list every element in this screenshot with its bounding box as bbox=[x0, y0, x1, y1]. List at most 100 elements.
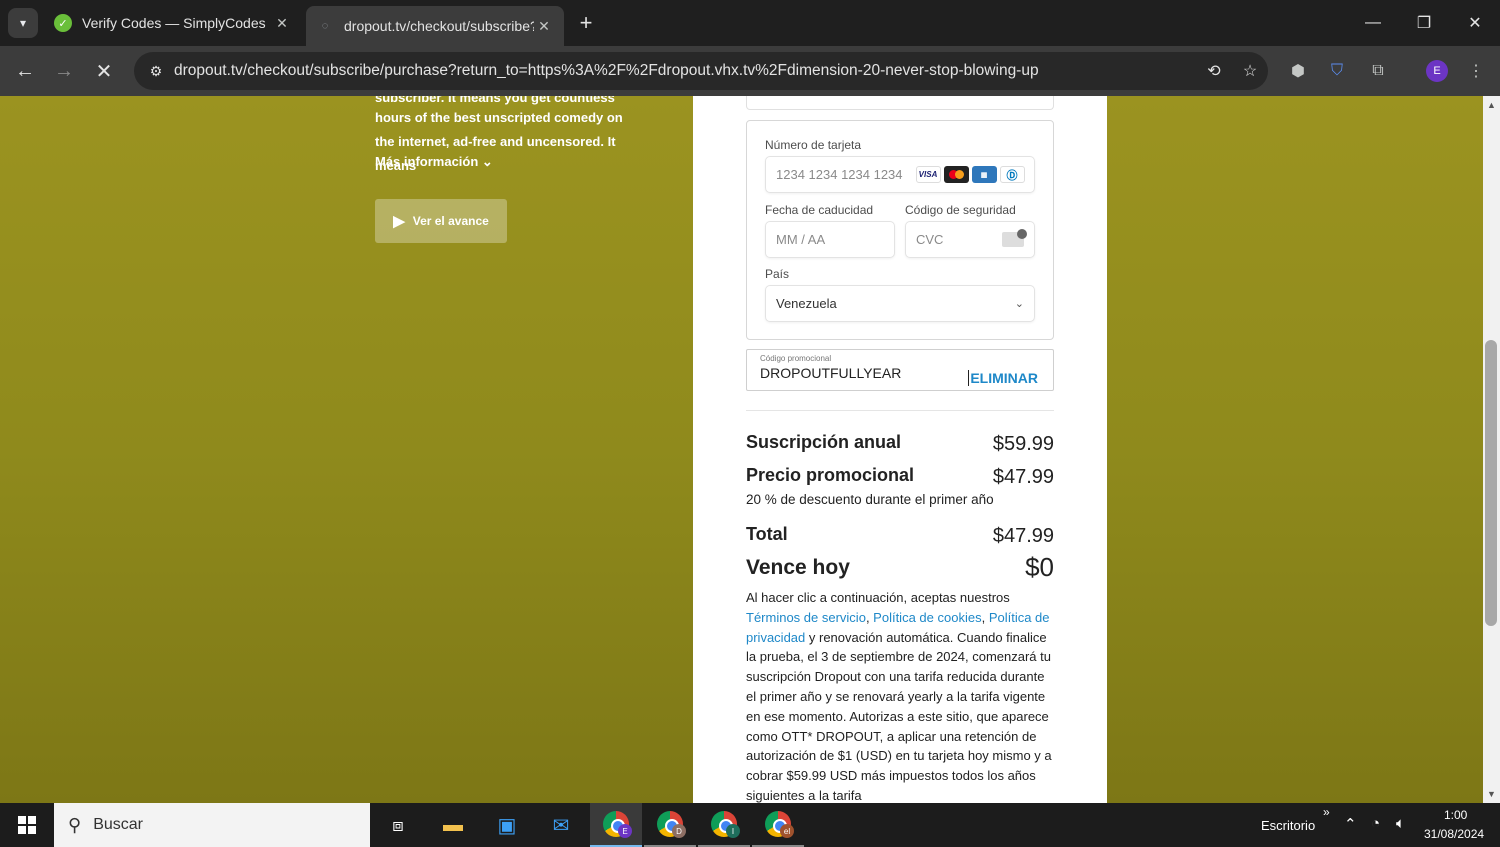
profile-badge: I bbox=[726, 824, 740, 838]
minimize-icon[interactable]: — bbox=[1350, 6, 1396, 40]
promo-price-amount: $47.99 bbox=[992, 466, 1054, 488]
forward-arrow-icon[interactable]: → bbox=[48, 55, 80, 87]
network-icon[interactable]: ◔ bbox=[1371, 815, 1380, 832]
terms-text: Al hacer clic a continuación, aceptas nu… bbox=[746, 588, 1056, 803]
volume-icon[interactable]: 🔈︎ bbox=[1396, 815, 1405, 832]
windows-taskbar: ⚲ Buscar ⧈ ▬ ▣ ✉ E D I el Escritorio » ⌃… bbox=[0, 803, 1500, 847]
cvc-card-icon bbox=[1002, 229, 1027, 247]
checkout-panel: Número de tarjeta 1234 1234 1234 1234 VI… bbox=[693, 96, 1107, 803]
chevron-down-icon: ⌄ bbox=[1014, 298, 1024, 310]
mastercard-icon bbox=[943, 166, 969, 183]
desktop-toolbar-label[interactable]: Escritorio bbox=[1261, 818, 1315, 833]
file-explorer-icon[interactable]: ▬ bbox=[427, 803, 479, 847]
tab-dropout-checkout[interactable]: ◌ dropout.tv/checkout/subscribe? ✕ bbox=[306, 6, 564, 46]
new-tab-button[interactable]: + bbox=[572, 9, 600, 37]
diners-icon: Ⓓ bbox=[999, 166, 1025, 183]
mail-icon[interactable]: ✉ bbox=[535, 803, 587, 847]
close-window-icon[interactable]: ✕ bbox=[1452, 6, 1498, 40]
promo-code-field[interactable]: Código promocional DROPOUTFULLYEAR ELIMI… bbox=[746, 349, 1054, 391]
extension-puzzle-gray-icon[interactable]: ⬢ bbox=[1286, 59, 1310, 83]
windows-logo-icon bbox=[18, 816, 36, 834]
card-number-placeholder: 1234 1234 1234 1234 bbox=[776, 167, 903, 182]
cookie-policy-link[interactable]: Política de cookies bbox=[873, 610, 981, 625]
previous-field[interactable] bbox=[746, 96, 1054, 110]
start-button[interactable] bbox=[0, 803, 54, 847]
chrome-profile-el-button[interactable]: el bbox=[752, 803, 804, 847]
simplycodes-favicon-icon: ✓ bbox=[54, 14, 72, 32]
country-select[interactable]: Venezuela ⌄ bbox=[765, 285, 1035, 322]
extensions-icon[interactable]: ⧉ bbox=[1366, 59, 1390, 83]
stop-loading-icon[interactable]: ✕ bbox=[88, 55, 120, 87]
chrome-profile-e-button[interactable]: E bbox=[590, 803, 642, 847]
restore-icon[interactable]: ❐ bbox=[1401, 6, 1447, 40]
tab-title: Verify Codes — SimplyCodes bbox=[82, 15, 266, 31]
card-number-label: Número de tarjeta bbox=[765, 138, 862, 152]
promo-code-label: Código promocional bbox=[760, 354, 832, 363]
card-number-input[interactable]: 1234 1234 1234 1234 VISA ▦ Ⓓ bbox=[765, 156, 1035, 193]
total-amount: $47.99 bbox=[992, 525, 1054, 547]
chrome-profile-i-button[interactable]: I bbox=[698, 803, 750, 847]
promo-code-value[interactable]: DROPOUTFULLYEAR bbox=[760, 365, 901, 381]
page-viewport: subscriber. It means you get countless h… bbox=[0, 96, 1500, 803]
clock-date[interactable]: 31/08/2024 bbox=[1424, 827, 1484, 841]
annual-subscription-amount: $59.99 bbox=[992, 433, 1054, 455]
tab-search-button[interactable]: ▾ bbox=[8, 8, 38, 38]
back-arrow-icon[interactable]: ← bbox=[9, 55, 41, 87]
scroll-down-arrow-icon[interactable]: ▼ bbox=[1483, 786, 1500, 802]
promo-price-label: Precio promocional bbox=[746, 465, 915, 485]
expiry-input[interactable]: MM / AA bbox=[765, 221, 895, 258]
search-icon: ⚲ bbox=[68, 814, 82, 835]
terms-separator: , bbox=[981, 609, 989, 625]
annual-subscription-label: Suscripción anual bbox=[746, 432, 902, 452]
profile-avatar[interactable]: E bbox=[1426, 60, 1448, 82]
terms-intro: Al hacer clic a continuación, aceptas nu… bbox=[746, 590, 1010, 605]
task-view-icon[interactable]: ⧈ bbox=[372, 803, 424, 847]
chrome-profile-d-button[interactable]: D bbox=[644, 803, 696, 847]
microsoft-store-icon[interactable]: ▣ bbox=[481, 803, 533, 847]
show-hidden-icons-chevron-icon[interactable]: ⌃ bbox=[1344, 815, 1357, 833]
cvc-placeholder: CVC bbox=[916, 232, 944, 247]
toolbar-overflow-icon[interactable]: » bbox=[1323, 805, 1330, 819]
promo-discount-note: 20 % de descuento durante el primer año bbox=[746, 492, 994, 507]
site-info-icon[interactable]: ⚙ bbox=[138, 63, 174, 80]
cvc-input[interactable]: CVC bbox=[905, 221, 1035, 258]
close-icon[interactable]: ✕ bbox=[534, 18, 554, 35]
taskbar-search-placeholder: Buscar bbox=[93, 816, 143, 833]
clock-time[interactable]: 1:00 bbox=[1444, 808, 1467, 822]
address-bar[interactable]: ⚙ dropout.tv/checkout/subscribe/purchase… bbox=[134, 52, 1268, 90]
close-icon[interactable]: ✕ bbox=[272, 15, 292, 32]
card-brands: VISA ▦ Ⓓ bbox=[913, 166, 1025, 183]
card-details-form: Número de tarjeta 1234 1234 1234 1234 VI… bbox=[746, 120, 1054, 340]
url-text[interactable]: dropout.tv/checkout/subscribe/purchase?r… bbox=[174, 62, 1196, 80]
scrollbar-thumb[interactable] bbox=[1485, 340, 1497, 626]
expiry-label: Fecha de caducidad bbox=[765, 203, 874, 217]
profile-badge: E bbox=[618, 824, 632, 838]
shield-extension-icon[interactable]: ⛉ bbox=[1325, 59, 1349, 83]
profile-badge: D bbox=[672, 824, 686, 838]
total-label: Total bbox=[746, 524, 788, 544]
terms-of-service-link[interactable]: Términos de servicio bbox=[746, 610, 866, 625]
country-value: Venezuela bbox=[776, 296, 837, 311]
loading-globe-icon: ◌ bbox=[321, 20, 329, 32]
due-today-label: Vence hoy bbox=[746, 556, 850, 579]
visa-icon: VISA bbox=[915, 166, 941, 183]
country-label: País bbox=[765, 267, 790, 281]
watch-trailer-button[interactable]: ▶ Ver el avance bbox=[375, 199, 507, 243]
translate-icon[interactable]: ⟲ bbox=[1196, 61, 1232, 81]
tab-strip: ▾ ✓ Verify Codes — SimplyCodes ✕ ◌ dropo… bbox=[0, 0, 1500, 46]
tab-simplycodes[interactable]: ✓ Verify Codes — SimplyCodes ✕ bbox=[44, 6, 302, 40]
more-menu-icon[interactable]: ⋮ bbox=[1464, 59, 1488, 83]
bookmark-star-icon[interactable]: ☆ bbox=[1232, 61, 1268, 81]
chevron-down-icon: ▾ bbox=[19, 16, 27, 30]
tab-title: dropout.tv/checkout/subscribe? bbox=[344, 18, 534, 34]
more-info-link[interactable]: Más información ⌄ bbox=[375, 154, 493, 170]
due-today-amount: $0 bbox=[1025, 552, 1054, 582]
taskbar-search[interactable]: ⚲ Buscar bbox=[54, 803, 370, 847]
profile-badge: el bbox=[780, 824, 794, 838]
terms-body: y renovación automática. Cuando finalice… bbox=[746, 629, 1052, 803]
amex-icon: ▦ bbox=[971, 166, 997, 183]
divider bbox=[746, 410, 1054, 411]
browser-toolbar: ← → ✕ ⚙ dropout.tv/checkout/subscribe/pu… bbox=[0, 46, 1500, 96]
scroll-up-arrow-icon[interactable]: ▲ bbox=[1483, 97, 1500, 113]
remove-promo-button[interactable]: ELIMINAR bbox=[968, 370, 1038, 386]
